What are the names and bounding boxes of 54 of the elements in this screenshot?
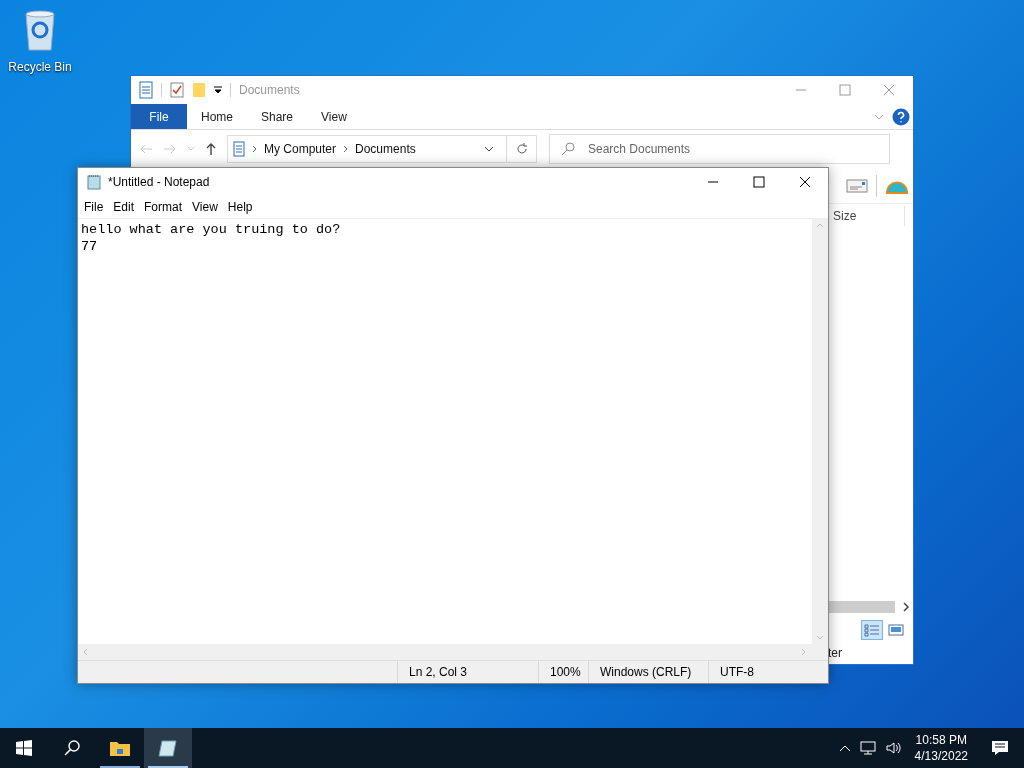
window-title: Documents <box>239 82 300 99</box>
menu-item[interactable]: View <box>187 198 223 216</box>
status-text: ter <box>828 645 842 662</box>
network-icon[interactable] <box>858 740 877 756</box>
column-header[interactable]: Size <box>833 207 857 225</box>
close-icon[interactable] <box>799 176 811 188</box>
ribbon-tab[interactable]: View <box>307 104 361 129</box>
details-list-icon <box>864 623 880 637</box>
search-field[interactable]: Search Documents <box>549 134 890 164</box>
document-icon <box>233 141 245 157</box>
ribbon-tab[interactable]: Home <box>187 104 247 129</box>
breadcrumb-item[interactable]: Documents <box>355 140 416 158</box>
search-icon <box>64 740 80 756</box>
text-line: 77 <box>81 238 99 255</box>
notification-icon <box>991 740 1009 756</box>
chevron-right-icon[interactable] <box>903 602 910 612</box>
scrollbar-thumb[interactable] <box>829 601 895 613</box>
status-bar-field: Ln 2, Col 3 <box>397 661 538 683</box>
notepad-icon[interactable] <box>86 174 102 190</box>
menu-item[interactable]: File <box>79 198 109 216</box>
envelope-icon[interactable] <box>846 178 868 193</box>
up-arrow-icon[interactable] <box>205 142 217 156</box>
picture-frame-icon <box>888 623 904 637</box>
search-icon <box>561 142 575 156</box>
folder-icon <box>109 739 131 757</box>
notepad-button[interactable] <box>144 728 192 768</box>
chevron-right-icon <box>343 145 349 153</box>
chevron-down-icon[interactable] <box>484 146 494 152</box>
file-tab[interactable]: File <box>131 104 187 129</box>
text-line: hello what are you truing to do? <box>81 221 342 238</box>
clock-date: 4/13/2022 <box>914 748 968 764</box>
breadcrumb-item[interactable]: My Computer <box>264 140 337 158</box>
help-icon[interactable] <box>892 107 910 126</box>
refresh-icon[interactable] <box>515 143 528 155</box>
status-bar-field: UTF-8 <box>708 661 828 683</box>
chevron-right-icon <box>252 145 257 153</box>
clock-time: 10:58 PM <box>915 732 967 748</box>
maximize-icon[interactable] <box>753 176 765 188</box>
menu-item[interactable]: Edit <box>108 198 140 216</box>
notepad-icon <box>157 738 179 758</box>
menu-item[interactable]: Help <box>222 198 258 216</box>
dropdown-icon[interactable] <box>214 86 222 94</box>
speaker-icon[interactable] <box>884 740 903 756</box>
windows-logo-icon <box>16 740 32 756</box>
menu-item[interactable]: Format <box>139 198 188 216</box>
status-bar-field: 100% <box>538 661 588 683</box>
status-bar-field: Windows (CRLF) <box>588 661 708 683</box>
desktop-icon-label[interactable]: Recycle Bin <box>8 58 72 76</box>
details-view-button[interactable] <box>861 620 883 640</box>
properties-icon[interactable] <box>170 82 184 98</box>
clock[interactable]: 10:58 PM 4/13/2022 <box>906 728 976 768</box>
window-title: *Untitled - Notepad <box>108 174 210 191</box>
ribbon-tab[interactable]: Share <box>247 104 308 129</box>
address-bar[interactable]: My Computer Documents <box>227 135 537 163</box>
